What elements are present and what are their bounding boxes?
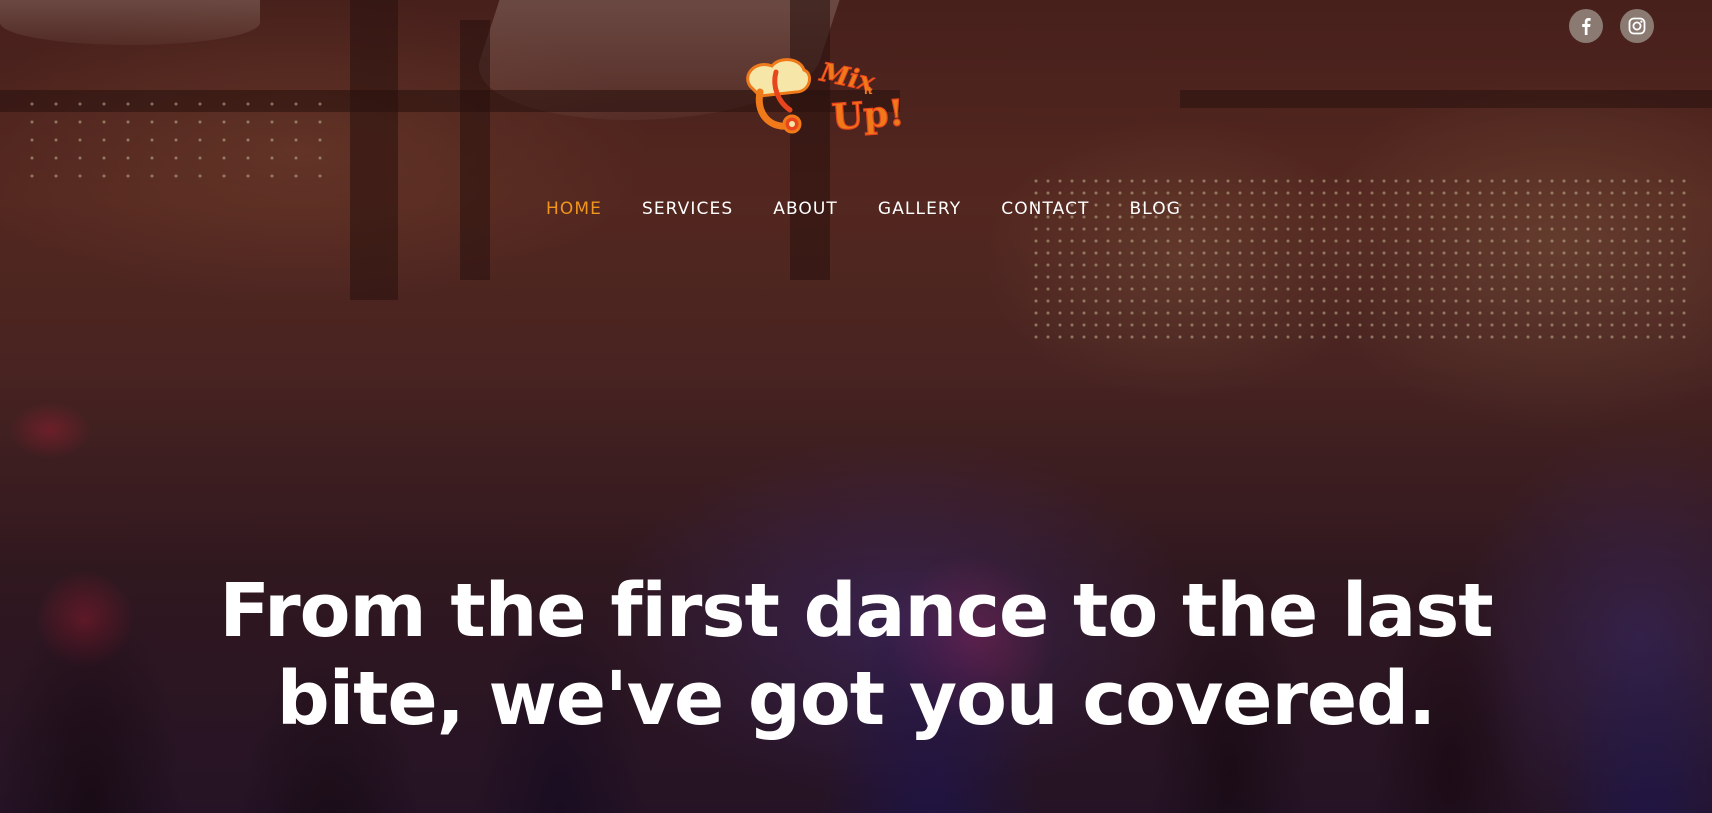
nav-gallery[interactable]: GALLERY: [878, 199, 961, 219]
hero-headline-line-2: bite, we've got you covered.: [276, 656, 1437, 742]
facebook-icon: [1582, 18, 1591, 35]
nav-about[interactable]: ABOUT: [773, 199, 838, 219]
nav-blog[interactable]: BLOG: [1130, 199, 1181, 219]
nav-home[interactable]: HOME: [546, 199, 602, 219]
hero-section: Mix It Up! HOME SERVICES ABOUT GALLERY C…: [0, 0, 1712, 813]
main-nav: HOME SERVICES ABOUT GALLERY CONTACT BLOG: [0, 199, 1712, 219]
hero-headline-line-1: From the first dance to the last: [219, 568, 1493, 654]
site-logo[interactable]: Mix It Up!: [738, 52, 908, 139]
nav-services[interactable]: SERVICES: [642, 199, 733, 219]
facebook-link[interactable]: [1569, 9, 1603, 43]
nav-contact[interactable]: CONTACT: [1001, 199, 1089, 219]
social-links: [1569, 9, 1654, 43]
instagram-icon: [1628, 17, 1646, 35]
logo-text-up: Up!: [831, 92, 906, 138]
instagram-link[interactable]: [1620, 9, 1654, 43]
hero-headline: From the first dance to the last bite, w…: [0, 567, 1712, 743]
mix-it-up-logo: Mix It Up!: [746, 57, 906, 139]
